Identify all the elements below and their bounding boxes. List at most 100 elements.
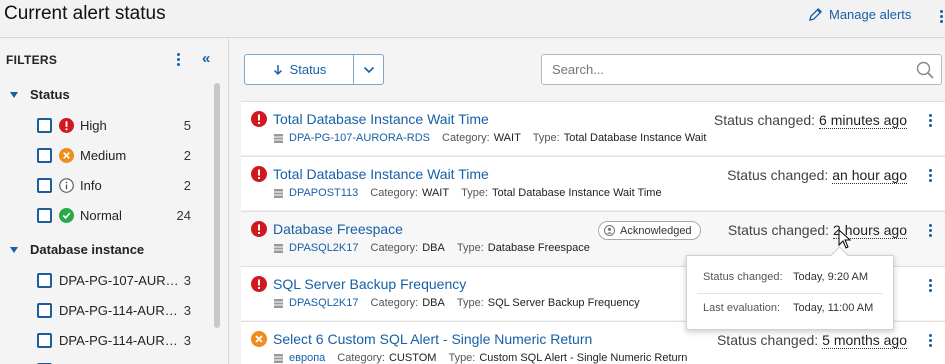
filter-instance-item-partial[interactable] [37,360,195,364]
filter-count: 5 [183,118,191,133]
status-changed-label: Status changed: [727,222,830,238]
instance-link[interactable]: DPAPOST113 [289,187,358,199]
alert-row[interactable]: Total Database Instance Wait Time DPAPOS… [241,156,945,210]
info-icon [59,177,74,193]
type-label: Type: [456,242,484,254]
manage-alerts-label: Manage alerts [829,7,912,22]
tooltip-label: Last evaluation: [703,302,781,314]
status-changed-time[interactable]: 5 months ago [822,332,907,349]
type-value: Custom SQL Alert - Single Numeric Return [479,352,688,364]
medium-severity-icon [59,147,74,163]
pencil-icon [808,7,823,22]
filter-count: 24 [176,208,191,223]
category-value: DBA [422,297,445,309]
type-label: Type: [448,352,476,364]
alert-name-link[interactable]: SQL Server Backup Frequency [273,276,466,292]
row-more-icon[interactable] [925,224,935,237]
status-changed-time[interactable]: 6 minutes ago [819,112,907,129]
type-value: Total Database Instance Wait [563,132,707,144]
page-header: Current alert status Manage alerts [0,0,945,38]
checkbox[interactable] [37,147,52,163]
alert-name-link[interactable]: Total Database Instance Wait Time [273,111,489,127]
filter-label: Medium [80,147,127,163]
instance-link[interactable]: DPASQL2K17 [289,297,359,309]
page-title: Current alert status [4,3,166,24]
filter-instance-item[interactable]: DPA-PG-114-AUR… 3 [37,330,195,350]
status-changed: Status changed: an hour ago [727,167,907,184]
alert-name-link[interactable]: Select 6 Custom SQL Alert - Single Numer… [273,331,592,347]
database-icon [274,298,283,308]
checkbox[interactable] [37,302,52,318]
alert-name-link[interactable]: Database Freespace [273,221,403,237]
database-icon [274,243,283,253]
tooltip-label: Status changed: [703,271,783,283]
filter-status-normal[interactable]: Normal 24 [37,205,195,225]
search-input[interactable] [541,54,942,85]
category-value: WAIT [493,132,521,144]
search-icon[interactable] [916,61,934,79]
filter-label: High [80,117,107,133]
medium-severity-icon [251,331,267,347]
arrow-down-icon [273,64,282,75]
status-filter-group[interactable]: Status [10,87,70,102]
status-changed-time[interactable]: an hour ago [832,167,907,184]
database-icon [274,353,283,363]
tooltip-row-status-changed: Status changed: Today, 9:20 AM [703,271,868,283]
tooltip-row-last-evaluation: Last evaluation: Today, 11:00 AM [703,302,873,314]
instance-link[interactable]: DPA-PG-107-AURORA-RDS [289,132,430,144]
tooltip-value: Today, 9:20 AM [793,271,869,283]
mouse-pointer-icon [838,229,852,249]
tooltip-divider [697,293,883,294]
row-more-icon[interactable] [925,114,935,127]
database-instance-filter-group[interactable]: Database instance [10,242,144,257]
sort-dropdown-button[interactable] [353,54,384,85]
filter-count: 3 [183,273,191,288]
alert-name-link[interactable]: Total Database Instance Wait Time [273,166,489,182]
category-label: Category: [337,352,385,364]
filter-label: DPA-PG-107-AUR… [59,272,179,288]
database-icon [274,133,283,143]
alert-meta: DPASQL2K17 Category: DBA Type: Database … [273,242,602,254]
row-more-icon[interactable] [925,279,935,292]
filter-status-high[interactable]: High 5 [37,115,195,135]
header-more-icon[interactable] [936,10,945,23]
collapse-sidebar-icon[interactable]: « [202,50,210,67]
database-instance-group-title: Database instance [30,242,145,257]
filter-count: 3 [183,333,191,348]
high-severity-icon [251,276,267,292]
instance-link[interactable]: DPASQL2K17 [289,242,359,254]
instance-link[interactable]: европа [289,352,325,364]
filter-label: DPA-PG-114-AUR… [59,332,178,348]
caret-down-icon [10,91,18,98]
filters-more-icon[interactable] [173,53,183,66]
checkbox[interactable] [37,207,52,223]
checkbox[interactable] [37,272,52,288]
chevron-down-icon [363,66,374,73]
type-label: Type: [461,187,488,199]
status-sort-button[interactable]: Status [244,54,354,85]
manage-alerts-link[interactable]: Manage alerts [808,7,911,22]
filter-count: 2 [183,178,191,193]
status-changed-label: Status changed: [727,167,829,183]
category-value: DBA [422,242,445,254]
acknowledged-label: Acknowledged [620,224,692,237]
high-severity-icon [251,111,267,127]
type-value: Total Database Instance Wait Time [492,187,662,199]
category-label: Category: [370,242,419,254]
alert-row[interactable]: Total Database Instance Wait Time DPA-PG… [241,101,945,155]
caret-down-icon [10,246,18,253]
filter-instance-item[interactable]: DPA-PG-114-AUR… 3 [37,300,195,320]
sidebar-scrollbar[interactable] [214,83,220,328]
checkbox[interactable] [37,117,52,133]
status-changed: Status changed: 6 minutes ago [714,112,907,129]
filter-status-medium[interactable]: Medium 2 [37,145,195,165]
category-value: WAIT [422,187,450,199]
filter-status-info[interactable]: Info 2 [37,175,195,195]
checkbox[interactable] [37,177,52,193]
filter-instance-item[interactable]: DPA-PG-107-AUR… 3 [37,270,195,290]
normal-check-icon [59,207,74,223]
checkbox[interactable] [37,332,52,348]
type-label: Type: [532,132,560,144]
row-more-icon[interactable] [925,169,935,182]
row-more-icon[interactable] [925,334,935,347]
